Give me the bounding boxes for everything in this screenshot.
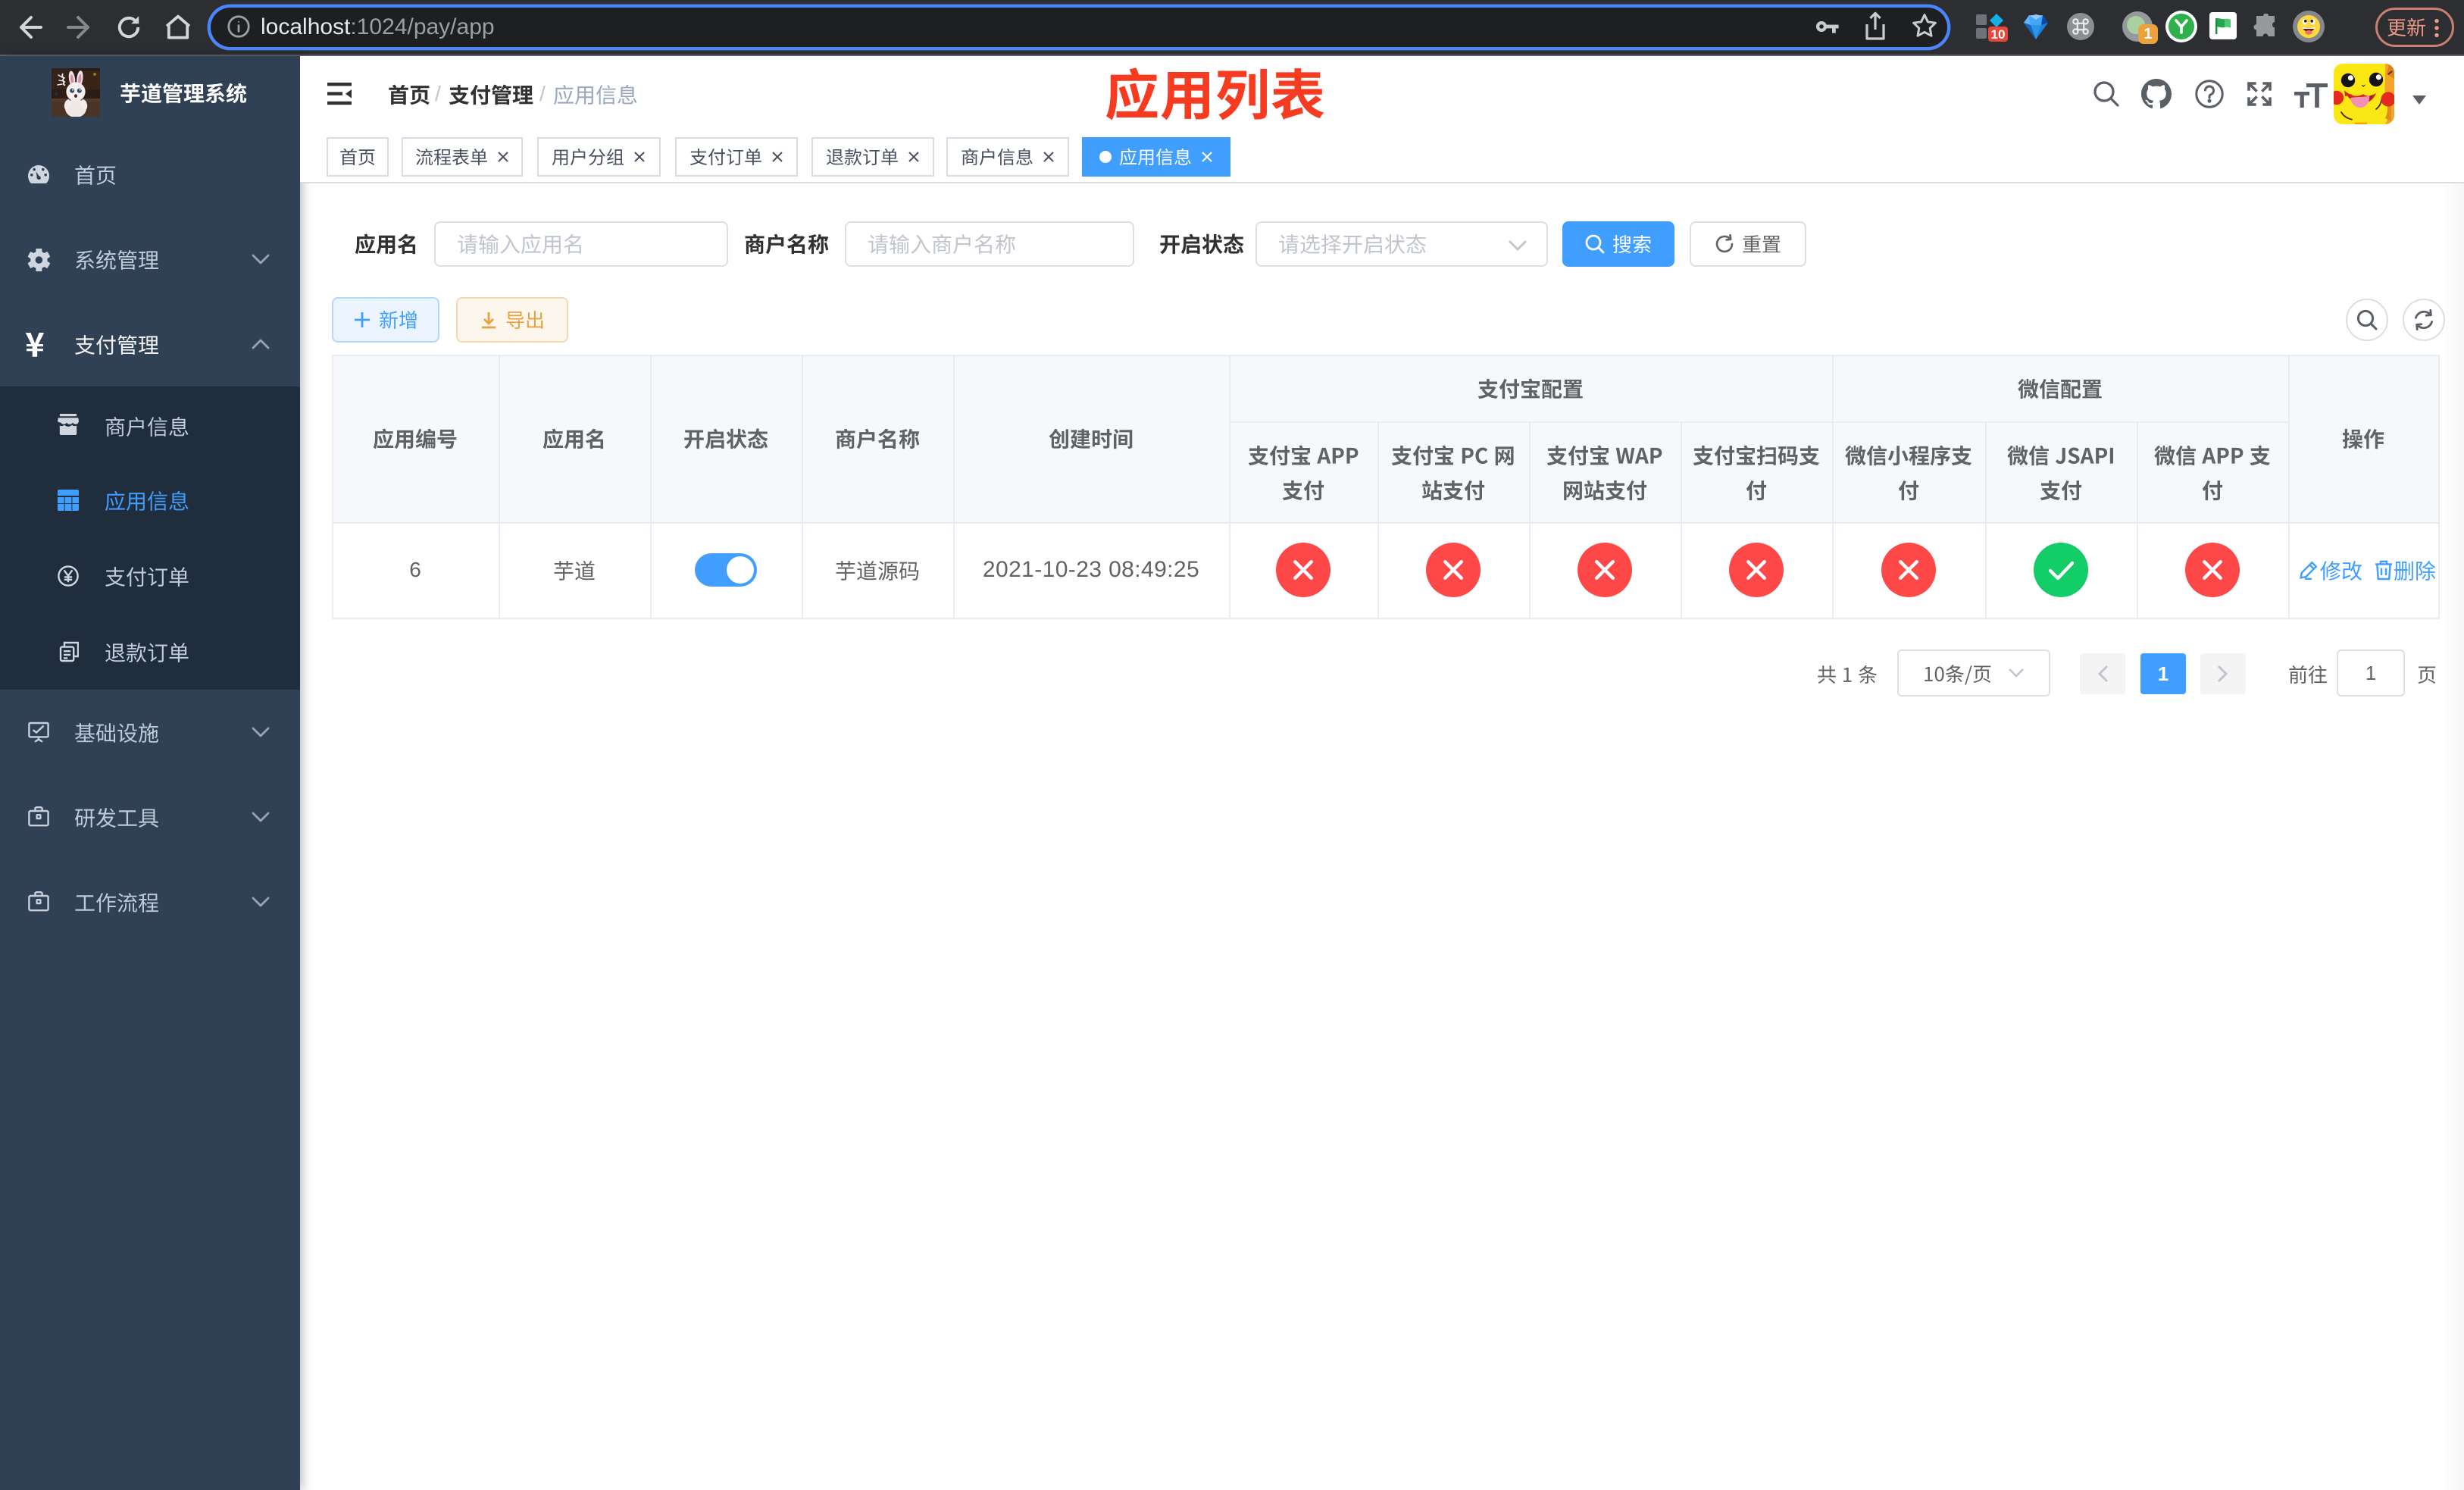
svg-text:10: 10: [1991, 27, 2006, 42]
